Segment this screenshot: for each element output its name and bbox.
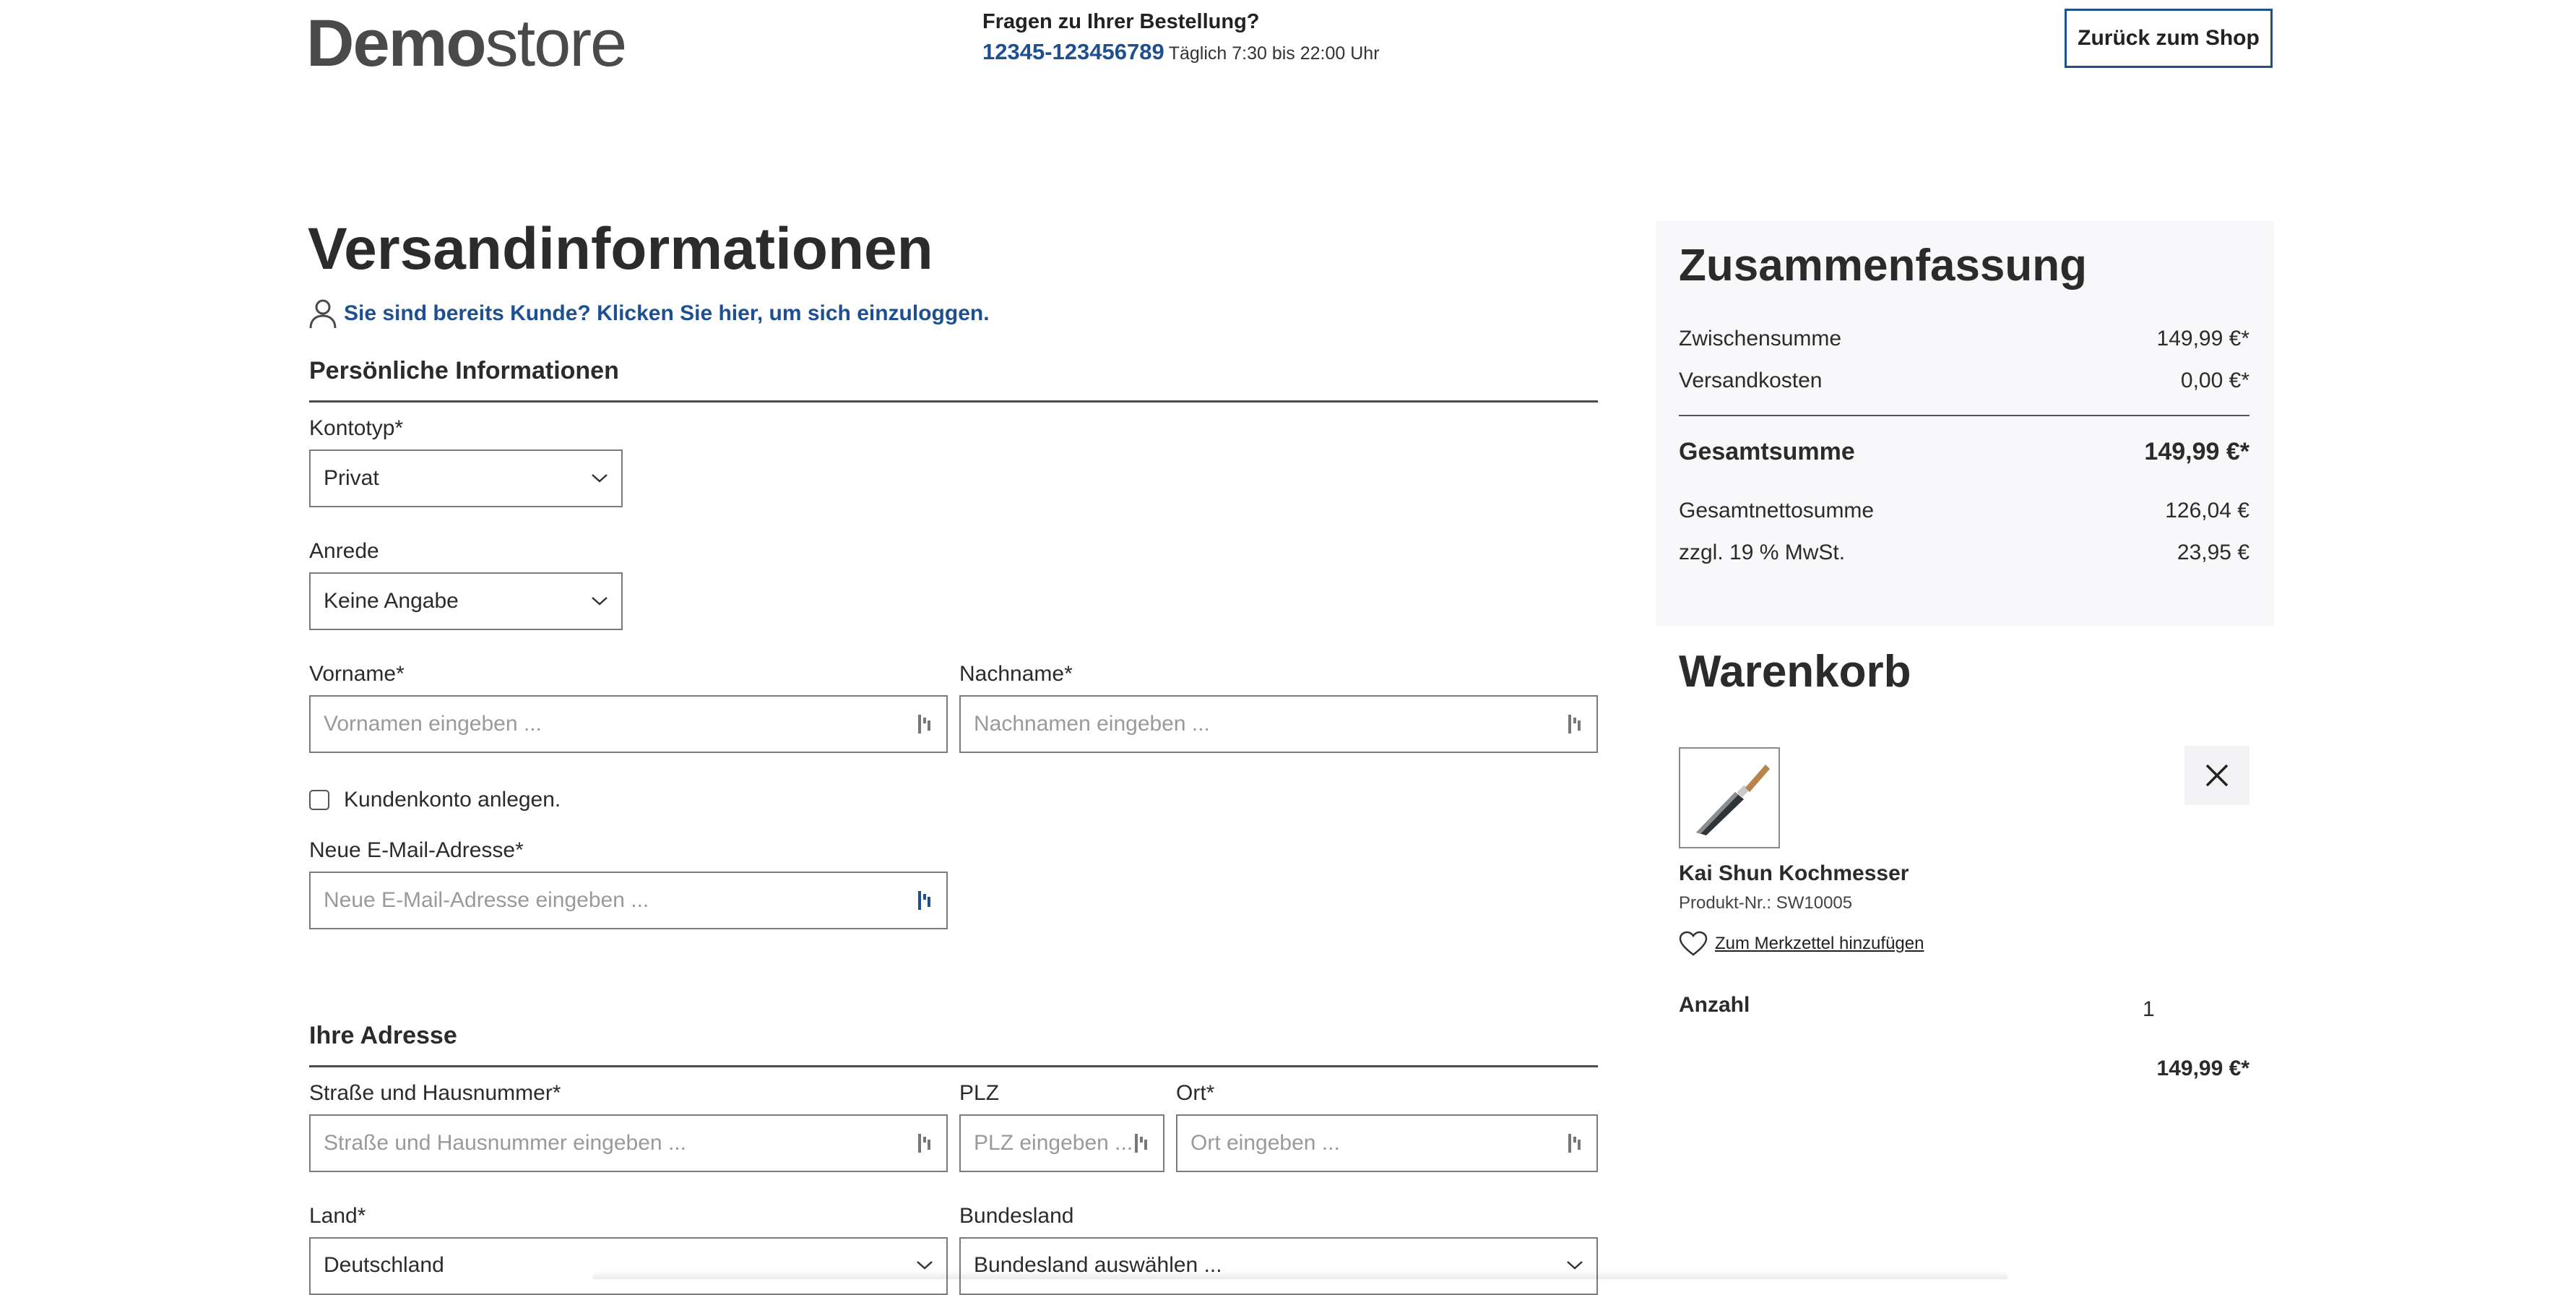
autofill-key-icon[interactable]	[1133, 1132, 1150, 1154]
create-account-checkbox[interactable]	[309, 790, 329, 810]
remove-item-button[interactable]	[2184, 746, 2249, 805]
heart-icon	[1679, 931, 1708, 956]
state-select[interactable]: Bundesland auswählen ...	[959, 1237, 1598, 1295]
product-number: Produkt-Nr.: SW10005	[1679, 893, 1853, 913]
quantity-value[interactable]: 1	[2143, 997, 2155, 1022]
account-type-value: Privat	[324, 466, 379, 490]
total-value: 149,99 €*	[2144, 438, 2249, 465]
account-type-select[interactable]: Privat	[309, 449, 623, 507]
back-to-shop-button[interactable]: Zurück zum Shop	[2065, 9, 2273, 68]
store-logo[interactable]: Demostore	[306, 7, 628, 80]
last-name-field[interactable]	[959, 695, 1598, 753]
address-section-title: Ihre Adresse	[309, 1022, 457, 1049]
chevron-down-icon	[592, 597, 608, 606]
account-type-label: Kontotyp*	[309, 416, 404, 440]
subtotal-value: 149,99 €*	[2156, 327, 2249, 350]
hotline-hours: Täglich 7:30 bis 22:00 Uhr	[1168, 43, 1380, 64]
summary-title: Zusammenfassung	[1679, 241, 2088, 291]
logo-light-text: store	[485, 7, 628, 80]
vat-label: zzgl. 19 % MwSt.	[1679, 541, 1846, 564]
hotline-info: 12345-123456789 Täglich 7:30 bis 22:00 Uh…	[982, 39, 1380, 65]
salutation-value: Keine Angabe	[324, 589, 459, 613]
section-divider	[309, 1065, 1598, 1067]
net-total-value: 126,04 €	[2165, 499, 2249, 522]
chevron-down-icon	[917, 1261, 933, 1270]
autofill-key-icon[interactable]	[1566, 1132, 1583, 1154]
zip-field[interactable]	[959, 1114, 1164, 1172]
summary-divider	[1679, 415, 2249, 416]
zip-label: PLZ	[959, 1081, 1000, 1105]
city-label: Ort*	[1176, 1081, 1215, 1105]
vat-value: 23,95 €	[2177, 541, 2249, 564]
knife-icon	[1696, 765, 1770, 835]
bottom-shadow	[592, 1270, 2008, 1279]
product-image[interactable]	[1679, 747, 1780, 848]
page-title: Versandinformationen	[308, 216, 933, 282]
last-name-input[interactable]	[974, 712, 1566, 736]
autofill-key-icon[interactable]	[1566, 713, 1583, 735]
country-select[interactable]: Deutschland	[309, 1237, 948, 1295]
first-name-label: Vorname*	[309, 662, 405, 686]
section-divider	[309, 400, 1598, 403]
first-name-input[interactable]	[324, 712, 916, 736]
city-input[interactable]	[1190, 1131, 1566, 1156]
city-field[interactable]	[1176, 1114, 1598, 1172]
personal-info-section-title: Persönliche Informationen	[309, 357, 619, 384]
net-total-label: Gesamtnettosumme	[1679, 499, 1875, 522]
autofill-key-icon[interactable]	[916, 890, 933, 911]
email-label: Neue E-Mail-Adresse*	[309, 838, 524, 862]
cart-title: Warenkorb	[1679, 647, 1911, 697]
last-name-label: Nachname*	[959, 662, 1073, 686]
login-link[interactable]: Sie sind bereits Kunde? Klicken Sie hier…	[308, 298, 990, 330]
chevron-down-icon	[592, 474, 608, 483]
state-label: Bundesland	[959, 1204, 1074, 1228]
close-icon	[2205, 764, 2229, 787]
quantity-label: Anzahl	[1679, 993, 1750, 1017]
logo-bold-text: Demo	[306, 7, 487, 80]
subtotal-label: Zwischensumme	[1679, 327, 1842, 350]
wishlist-link[interactable]: Zum Merkzettel hinzufügen	[1679, 931, 1924, 957]
create-account-option[interactable]: Kundenkonto anlegen.	[309, 788, 561, 812]
hotline-title: Fragen zu Ihrer Bestellung?	[982, 10, 1260, 33]
user-icon	[309, 299, 337, 329]
street-input[interactable]	[324, 1131, 916, 1156]
salutation-select[interactable]: Keine Angabe	[309, 572, 623, 630]
shipping-label: Versandkosten	[1679, 369, 1823, 392]
salutation-label: Anrede	[309, 539, 379, 563]
chevron-down-icon	[1567, 1261, 1583, 1270]
first-name-field[interactable]	[309, 695, 948, 753]
autofill-key-icon[interactable]	[916, 713, 933, 735]
street-label: Straße und Hausnummer*	[309, 1081, 561, 1105]
street-field[interactable]	[309, 1114, 948, 1172]
zip-input[interactable]	[974, 1131, 1133, 1156]
login-link-text: Sie sind bereits Kunde? Klicken Sie hier…	[344, 301, 990, 325]
autofill-key-icon[interactable]	[916, 1132, 933, 1154]
hotline-phone-link[interactable]: 12345-123456789	[982, 39, 1164, 64]
item-price: 149,99 €*	[2156, 1057, 2249, 1080]
shipping-value: 0,00 €*	[2180, 369, 2249, 392]
create-account-label: Kundenkonto anlegen.	[344, 788, 561, 812]
product-name-link[interactable]: Kai Shun Kochmesser	[1679, 861, 1909, 886]
email-field[interactable]	[309, 872, 948, 929]
country-label: Land*	[309, 1204, 366, 1228]
email-input[interactable]	[324, 888, 916, 913]
total-label: Gesamtsumme	[1679, 438, 1855, 465]
wishlist-link-text: Zum Merkzettel hinzufügen	[1715, 934, 1924, 953]
